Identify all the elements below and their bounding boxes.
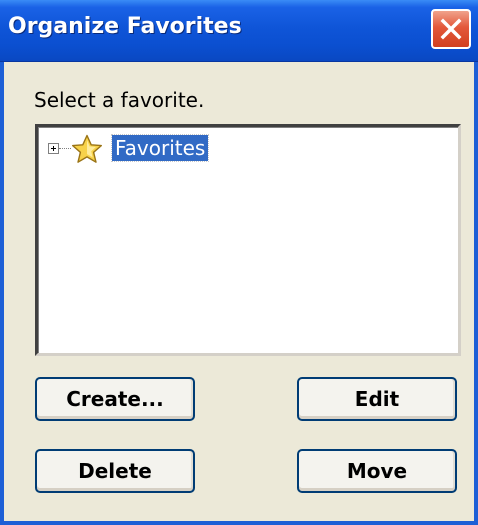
close-button[interactable] — [431, 9, 471, 49]
edit-button[interactable]: Edit — [297, 377, 457, 421]
select-favorite-label: Select a favorite. — [34, 88, 205, 112]
create-button[interactable]: Create... — [35, 377, 195, 421]
organize-favorites-dialog: Organize Favorites Select a favorite. Fa… — [0, 0, 478, 525]
window-title: Organize Favorites — [8, 14, 242, 39]
expand-plus-icon[interactable] — [48, 143, 59, 154]
move-button[interactable]: Move — [297, 449, 457, 493]
star-icon — [71, 134, 103, 164]
favorites-tree[interactable]: Favorites — [35, 124, 461, 356]
title-bar[interactable]: Organize Favorites — [0, 0, 478, 62]
tree-item-label[interactable]: Favorites — [110, 134, 210, 162]
delete-button[interactable]: Delete — [35, 449, 195, 493]
close-icon — [433, 11, 469, 47]
tree-connector-line — [59, 148, 71, 149]
